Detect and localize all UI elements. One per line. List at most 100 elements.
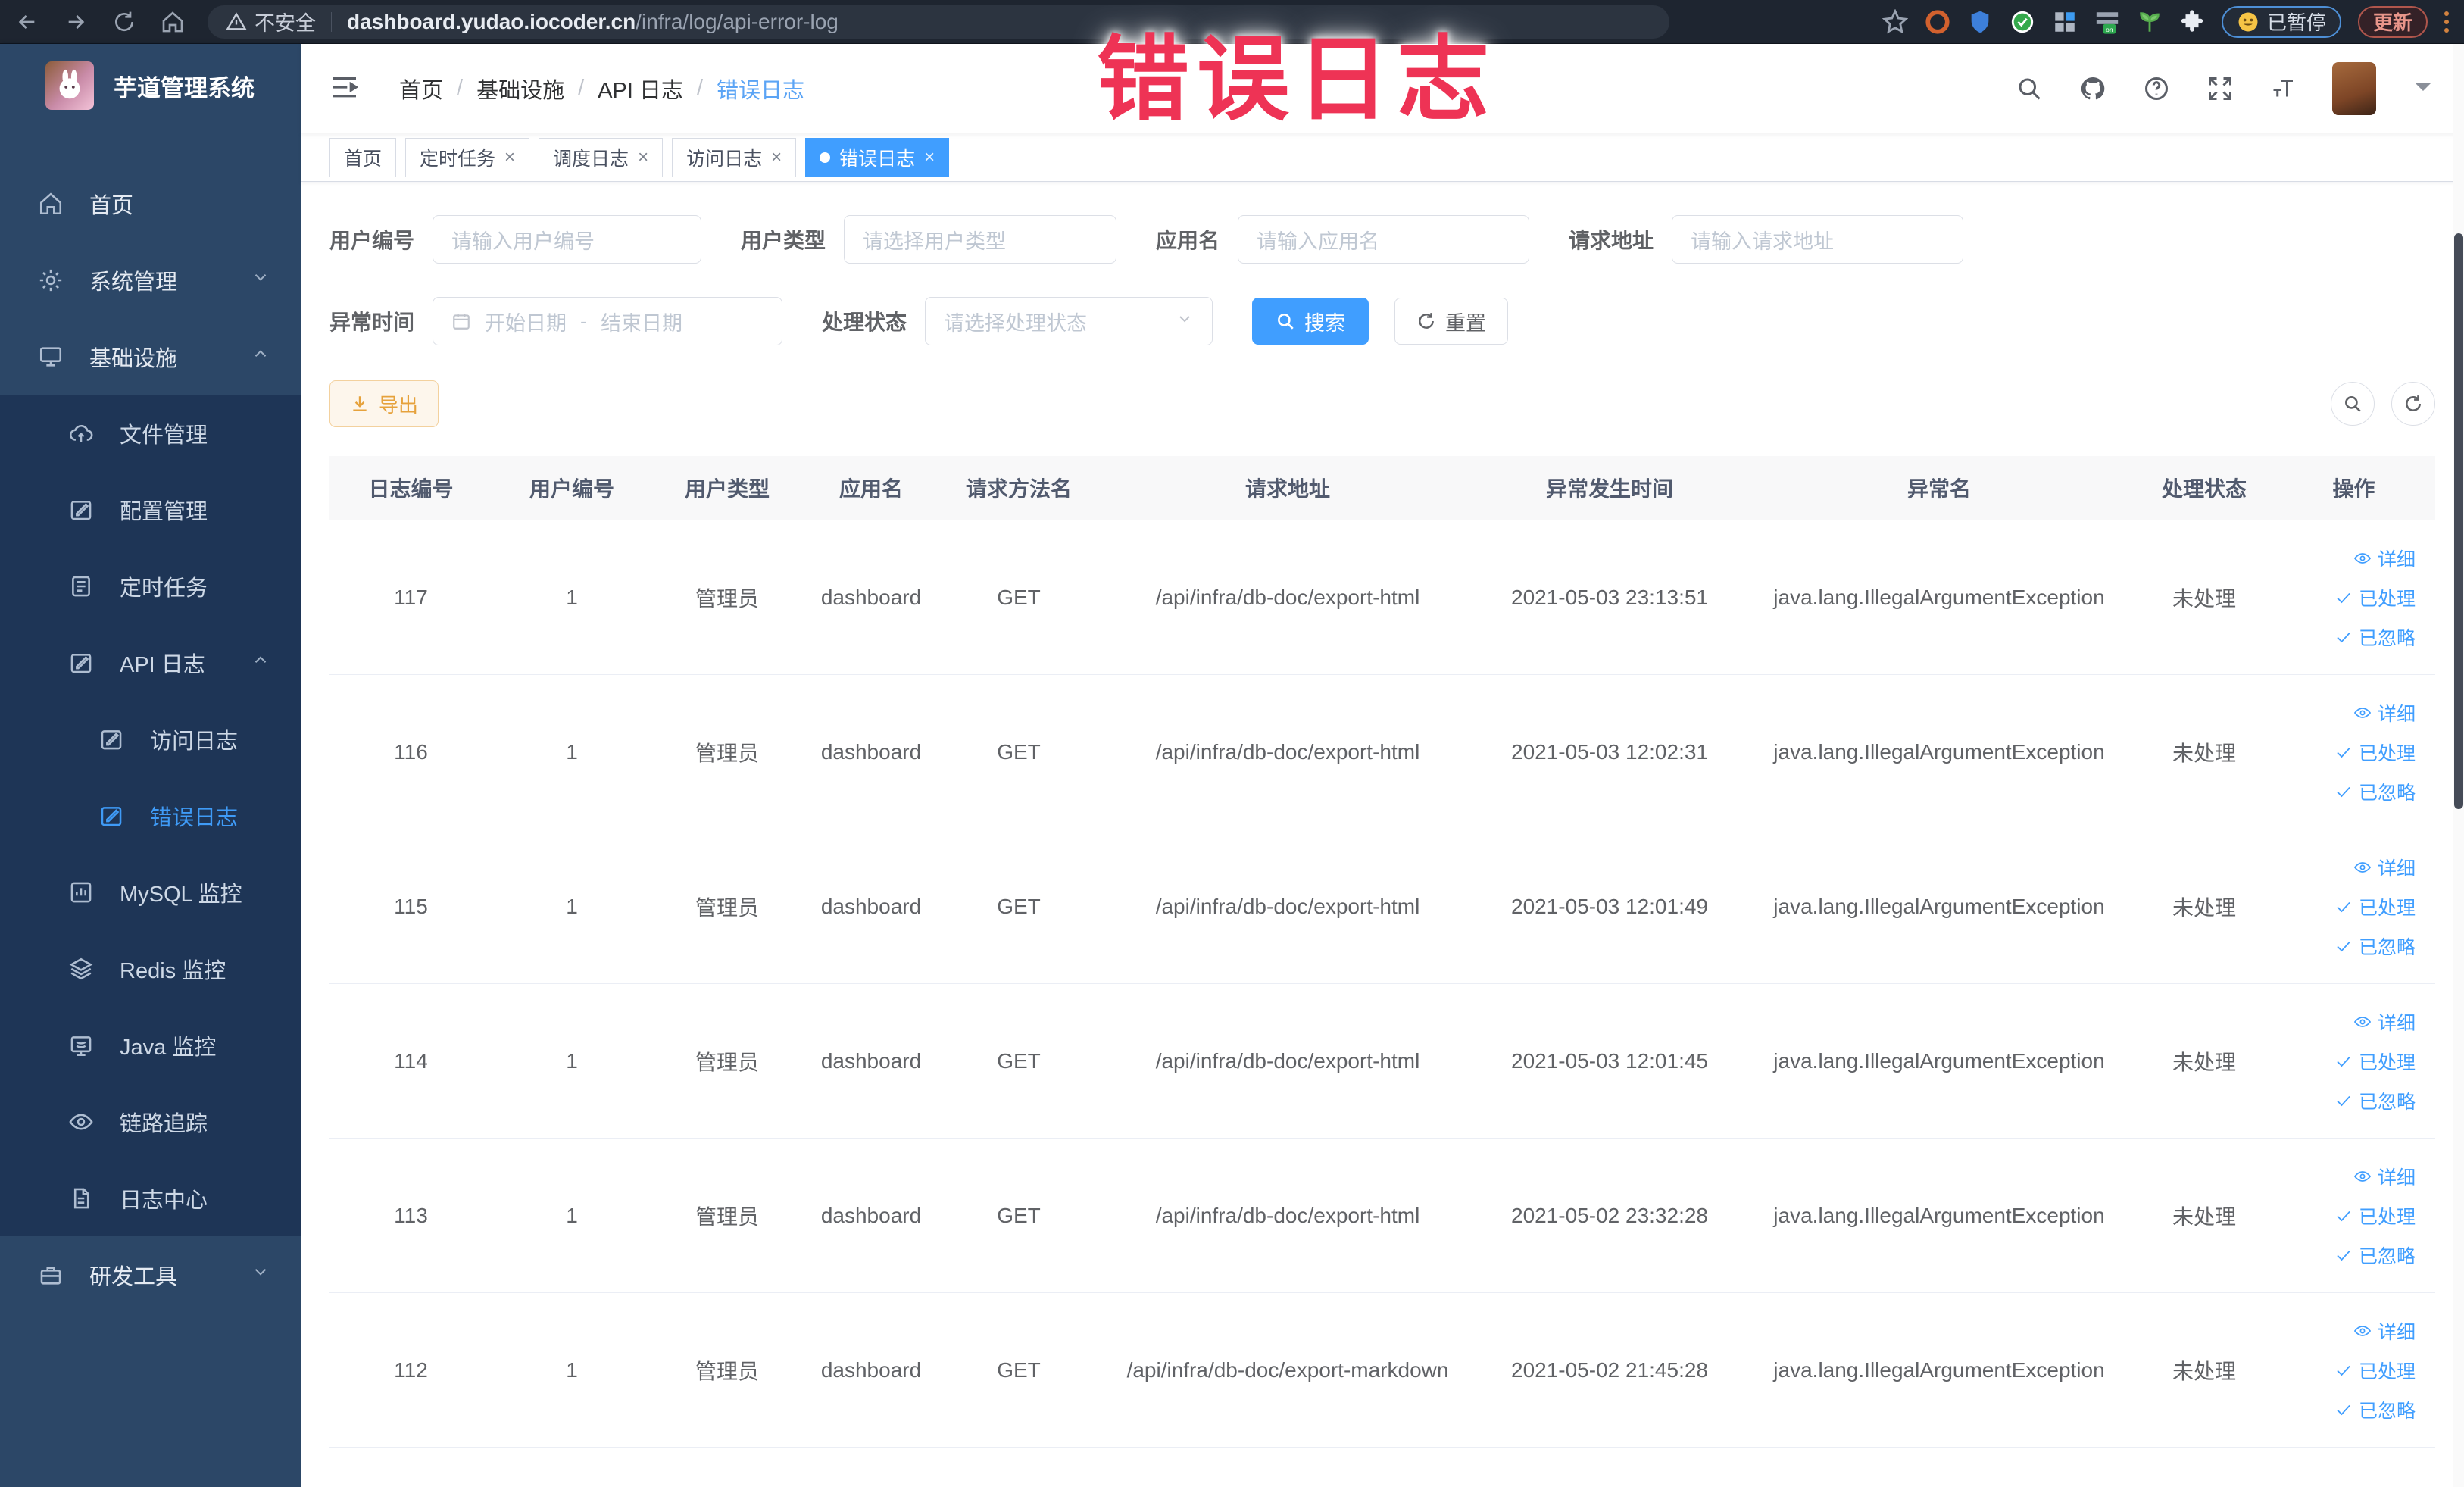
action-link-详细[interactable]: 详细 (2353, 1163, 2416, 1190)
sidebar-item-定时任务[interactable]: 定时任务 (0, 548, 301, 624)
help-icon[interactable] (2141, 73, 2172, 104)
extension-green-check-icon[interactable] (2010, 9, 2035, 35)
cell-url: /api/infra/db-doc/export-html (1155, 1048, 1420, 1073)
not-secure-warning[interactable]: 不安全 (226, 7, 316, 36)
sidebar-item-系统管理[interactable]: 系统管理 (0, 242, 301, 318)
action-link-已处理[interactable]: 已处理 (2334, 1202, 2416, 1229)
toggle-search-button[interactable] (2331, 382, 2375, 426)
sidebar-item-研发工具[interactable]: 研发工具 (0, 1236, 301, 1313)
tab-定时任务[interactable]: 定时任务 × (405, 137, 530, 177)
refresh-icon (2406, 395, 2421, 411)
cell-status: 未处理 (2172, 586, 2236, 611)
browser-reload-icon[interactable] (103, 5, 145, 39)
browser-forward-icon[interactable] (55, 5, 97, 39)
font-size-icon[interactable] (2269, 73, 2299, 104)
action-link-详细[interactable]: 详细 (2353, 545, 2416, 572)
browser-home-icon[interactable] (151, 5, 194, 39)
column-header: 用户类型 (684, 477, 770, 501)
status-select[interactable]: 请选择处理状态 (925, 297, 1213, 345)
sidebar-item-配置管理[interactable]: 配置管理 (0, 471, 301, 548)
breadcrumb-item[interactable]: API 日志 (598, 73, 683, 105)
extension-orange-icon[interactable] (1925, 9, 1950, 35)
close-icon[interactable]: × (504, 147, 515, 168)
sidebar-item-基础设施[interactable]: 基础设施 (0, 318, 301, 395)
github-icon[interactable] (2078, 73, 2108, 104)
browser-menu-icon[interactable] (2444, 11, 2449, 33)
sidebar-item-api-日志[interactable]: API 日志 (0, 624, 301, 701)
action-link-已处理[interactable]: 已处理 (2334, 584, 2416, 611)
user-caret-down-icon[interactable] (2409, 73, 2437, 104)
cell-time: 2021-05-02 23:32:28 (1511, 1203, 1708, 1227)
action-link-已忽略[interactable]: 已忽略 (2334, 1087, 2416, 1114)
action-link-详细[interactable]: 详细 (2353, 1317, 2416, 1345)
search-icon[interactable] (2014, 73, 2044, 104)
profile-paused-badge[interactable]: 已暂停 (2221, 5, 2341, 38)
user-avatar[interactable] (2332, 61, 2376, 115)
action-link-详细[interactable]: 详细 (2353, 854, 2416, 881)
select-用户类型[interactable]: 请选择用户类型 (844, 215, 1117, 264)
export-button[interactable]: 导出 (329, 380, 439, 427)
action-link-已忽略[interactable]: 已忽略 (2334, 778, 2416, 805)
action-link-已处理[interactable]: 已处理 (2334, 893, 2416, 920)
extension-grid-icon[interactable] (2052, 9, 2078, 35)
close-icon[interactable]: × (771, 147, 782, 168)
sidebar-item-首页[interactable]: 首页 (0, 165, 301, 242)
cell-status: 未处理 (2172, 1359, 2236, 1383)
view-icon (2353, 1016, 2372, 1027)
sidebar-item-链路追踪[interactable]: 链路追踪 (0, 1083, 301, 1160)
bookmark-star-icon[interactable] (1882, 8, 1908, 35)
sidebar-item-mysql-监控[interactable]: MySQL 监控 (0, 854, 301, 930)
cell-actions: 详细已处理已忽略 (2272, 829, 2435, 983)
tab-首页[interactable]: 首页 (329, 137, 397, 177)
cell-user_id: 1 (566, 585, 578, 609)
calendar-icon (453, 314, 470, 330)
extension-on-badge-icon[interactable]: on (2094, 9, 2120, 35)
tab-错误日志[interactable]: 错误日志 × (805, 137, 950, 177)
action-link-已忽略[interactable]: 已忽略 (2334, 932, 2416, 960)
date-range-picker[interactable]: 开始日期 - 结束日期 (433, 297, 783, 345)
fullscreen-icon[interactable] (2205, 73, 2235, 104)
sidebar-item-redis-监控[interactable]: Redis 监控 (0, 930, 301, 1007)
breadcrumb-item[interactable]: 基础设施 (476, 73, 564, 105)
divider (331, 11, 332, 32)
sidebar-item-访问日志[interactable]: 访问日志 (0, 701, 301, 777)
logo-row[interactable]: 芋道管理系统 (0, 44, 301, 127)
java-icon (70, 1036, 92, 1056)
input-请求地址[interactable]: 请输入请求地址 (1672, 215, 1964, 264)
input-用户编号[interactable]: 请输入用户编号 (433, 215, 702, 264)
security-label: 不安全 (255, 12, 316, 35)
extension-shield-icon[interactable] (1967, 9, 1993, 35)
action-link-详细[interactable]: 详细 (2353, 1008, 2416, 1036)
sidebar-item-文件管理[interactable]: 文件管理 (0, 395, 301, 471)
search-icon (2345, 396, 2361, 412)
sidebar-item-java-监控[interactable]: Java 监控 (0, 1007, 301, 1083)
action-link-已忽略[interactable]: 已忽略 (2334, 623, 2416, 651)
action-link-已处理[interactable]: 已处理 (2334, 1048, 2416, 1075)
tab-访问日志[interactable]: 访问日志 × (672, 137, 797, 177)
page-scrollbar[interactable] (2453, 44, 2464, 1487)
close-icon[interactable]: × (924, 147, 935, 168)
sidebar-collapse-icon[interactable] (329, 72, 363, 105)
browser-back-icon[interactable] (6, 5, 48, 39)
edit-icon (70, 500, 92, 520)
breadcrumb-item[interactable]: 首页 (399, 73, 443, 105)
cell-url: /api/infra/db-doc/export-markdown (1126, 1357, 1449, 1382)
action-link-已处理[interactable]: 已处理 (2334, 739, 2416, 766)
reset-button[interactable]: 重置 (1394, 298, 1509, 345)
tab-调度日志[interactable]: 调度日志 × (539, 137, 664, 177)
main-area: 首页 / 基础设施 / API 日志 / 错误日志 首页 定时任务 × 调度日志 × 访问日志 × 错误日… (301, 44, 2464, 1487)
sidebar-item-日志中心[interactable]: 日志中心 (0, 1160, 301, 1236)
action-link-已忽略[interactable]: 已忽略 (2334, 1396, 2416, 1423)
search-button[interactable]: 搜索 (1252, 298, 1369, 345)
action-link-已处理[interactable]: 已处理 (2334, 1357, 2416, 1384)
extensions-puzzle-icon[interactable] (2179, 9, 2205, 35)
sidebar-item-错误日志[interactable]: 错误日志 (0, 777, 301, 854)
extension-sprout-icon[interactable] (2137, 9, 2163, 35)
input-应用名[interactable]: 请输入应用名 (1238, 215, 1530, 264)
refresh-table-button[interactable] (2391, 382, 2435, 426)
close-icon[interactable]: × (638, 147, 648, 168)
action-link-已忽略[interactable]: 已忽略 (2334, 1242, 2416, 1269)
browser-update-button[interactable]: 更新 (2357, 5, 2428, 38)
action-link-详细[interactable]: 详细 (2353, 699, 2416, 726)
check-icon (2337, 1404, 2350, 1415)
